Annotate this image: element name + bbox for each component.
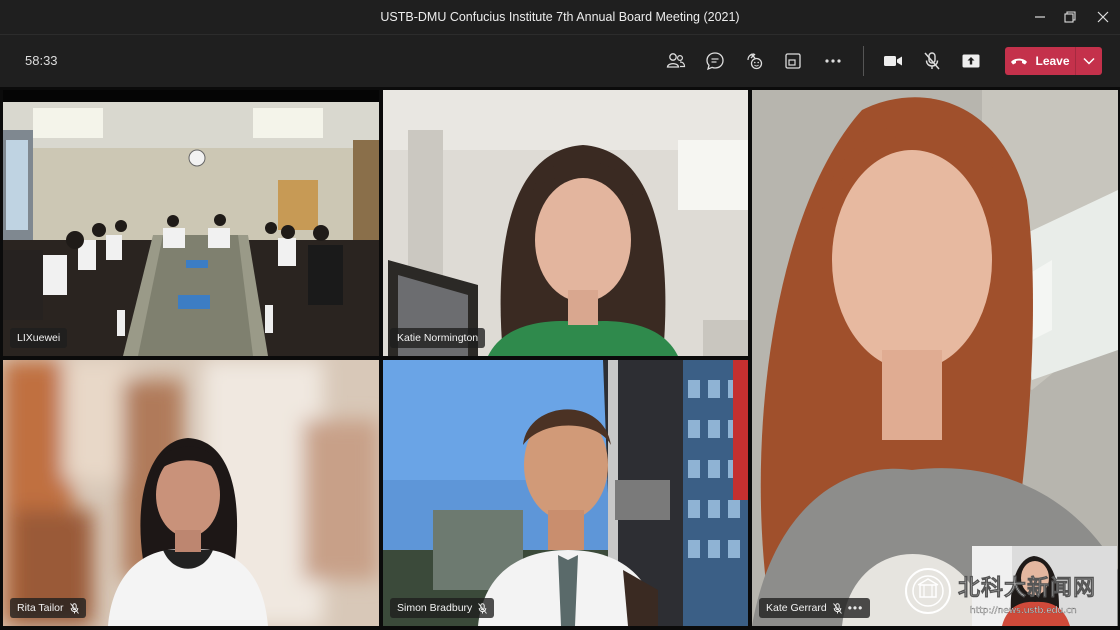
leave-options-button[interactable] bbox=[1076, 47, 1102, 75]
participant-more-options[interactable]: ••• bbox=[848, 602, 864, 614]
participant-video bbox=[383, 360, 748, 626]
mic-off-icon bbox=[69, 602, 79, 614]
video-tile-rita-tailor[interactable]: Rita Tailor bbox=[3, 360, 379, 626]
restore-icon bbox=[1064, 11, 1076, 23]
chevron-down-icon bbox=[1083, 57, 1095, 65]
participant-name-tag: Katie Normington bbox=[390, 328, 486, 348]
news-logo: 北科大新闻网 http://news.ustb.edu.cn bbox=[958, 575, 1096, 616]
news-url: http://news.ustb.edu.cn bbox=[970, 606, 1077, 616]
title-bar: USTB-DMU Confucius Institute 7th Annual … bbox=[0, 0, 1120, 34]
microphone-button[interactable] bbox=[918, 47, 946, 75]
rooms-icon bbox=[785, 53, 801, 69]
leave-button-group: Leave bbox=[1005, 47, 1102, 75]
leave-label: Leave bbox=[1035, 54, 1070, 68]
participant-name: Rita Tailor bbox=[17, 602, 64, 614]
mic-off-icon bbox=[832, 602, 842, 614]
participant-video bbox=[3, 360, 379, 626]
participants-button[interactable] bbox=[662, 47, 690, 75]
meeting-toolbar: 58:33 Leave bbox=[0, 34, 1120, 87]
watermark: 北科大新闻网 http://news.ustb.edu.cn bbox=[904, 565, 1114, 625]
video-tile-lixuewei[interactable]: LIXuewei bbox=[3, 90, 379, 356]
participant-name: LIXuewei bbox=[17, 332, 61, 344]
share-screen-button[interactable] bbox=[957, 47, 985, 75]
participant-name: Katie Normington bbox=[397, 332, 479, 344]
more-icon bbox=[825, 59, 841, 63]
mic-off-icon bbox=[478, 602, 488, 614]
leave-button[interactable]: Leave bbox=[1005, 47, 1075, 75]
camera-icon bbox=[884, 56, 902, 66]
video-tile-simon-bradbury[interactable]: Simon Bradbury bbox=[383, 360, 748, 626]
participant-name: Kate Gerrard bbox=[766, 602, 827, 614]
mic-off-icon bbox=[924, 52, 940, 70]
people-icon bbox=[666, 53, 686, 68]
university-seal-icon bbox=[905, 568, 951, 614]
conference-room-video bbox=[3, 90, 379, 356]
video-tile-katie-normington[interactable]: Katie Normington bbox=[383, 90, 748, 356]
camera-button[interactable] bbox=[879, 47, 907, 75]
share-icon bbox=[962, 54, 980, 68]
participant-name: Simon Bradbury bbox=[397, 602, 473, 614]
participant-name-tag: LIXuewei bbox=[10, 328, 68, 348]
toolbar-divider bbox=[863, 46, 864, 76]
reactions-icon bbox=[747, 53, 763, 70]
close-icon bbox=[1097, 11, 1109, 23]
close-window-button[interactable] bbox=[1083, 0, 1120, 34]
more-actions-button[interactable] bbox=[819, 47, 847, 75]
minimize-icon bbox=[1035, 16, 1045, 18]
reactions-button[interactable] bbox=[740, 47, 768, 75]
hang-up-icon bbox=[1011, 58, 1028, 65]
chat-icon bbox=[706, 52, 724, 71]
participant-name-tag: Kate Gerrard ••• bbox=[759, 598, 871, 618]
breakout-rooms-button[interactable] bbox=[779, 47, 807, 75]
participant-name-tag: Simon Bradbury bbox=[390, 598, 495, 618]
news-logo-text: 北科大新闻网 bbox=[958, 575, 1096, 601]
chat-button[interactable] bbox=[701, 47, 729, 75]
participant-name-tag: Rita Tailor bbox=[10, 598, 86, 618]
meeting-timer: 58:33 bbox=[25, 53, 58, 68]
participant-video bbox=[383, 90, 748, 356]
window-title: USTB-DMU Confucius Institute 7th Annual … bbox=[380, 10, 740, 24]
